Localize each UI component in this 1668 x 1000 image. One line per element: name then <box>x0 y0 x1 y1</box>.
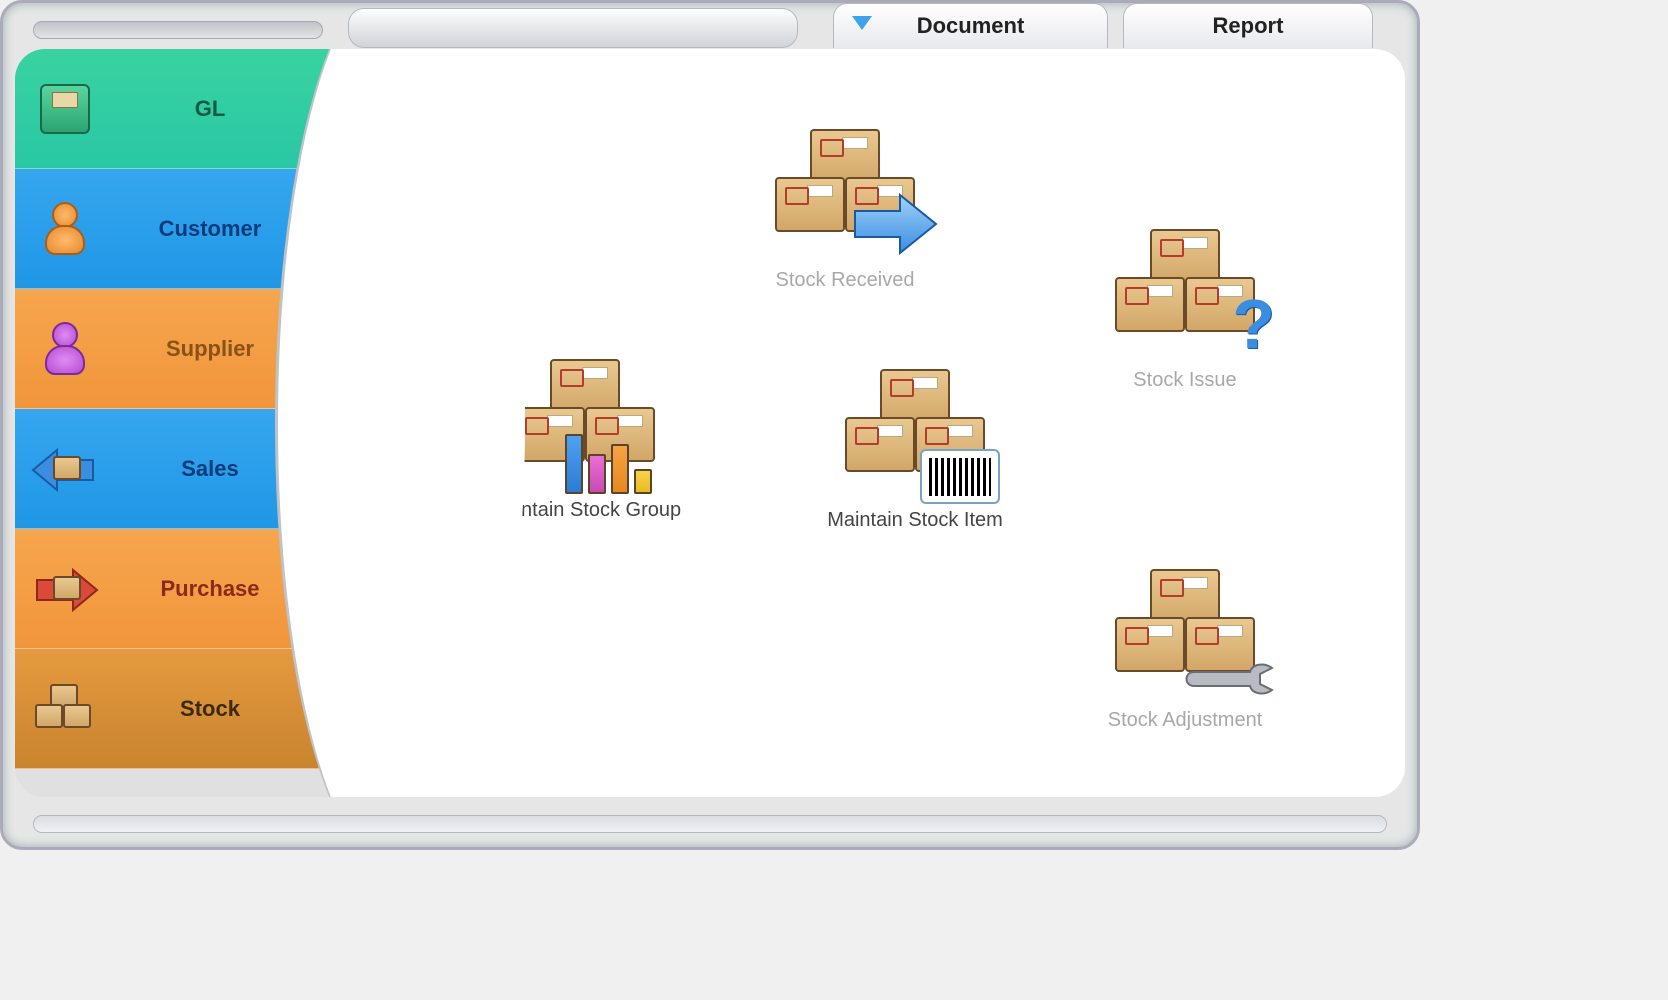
tab-report[interactable]: Report <box>1123 3 1373 48</box>
top-handle-center <box>348 8 798 48</box>
card-stock-adjustment[interactable]: Stock Adjustment <box>1075 549 1295 732</box>
person-icon <box>43 202 87 256</box>
tab-document[interactable]: Document <box>833 3 1108 48</box>
person-icon <box>43 322 87 376</box>
boxes-arrow-icon <box>770 129 920 259</box>
app-window: Document Report GL Customer Supplier <box>0 0 1420 850</box>
bottom-handle <box>33 815 1387 833</box>
boxes-barcode-icon <box>840 369 990 499</box>
boxes-wrench-icon <box>1110 569 1260 699</box>
dropdown-icon <box>852 16 872 30</box>
top-handle-left <box>33 21 323 39</box>
card-stock-issue[interactable]: ? Stock Issue <box>1075 209 1295 392</box>
main-body: GL Customer Supplier Sales <box>15 49 1405 797</box>
box-arrow-left-icon <box>35 446 95 492</box>
card-label: Stock Issue <box>1075 369 1295 392</box>
sidebar: GL Customer Supplier Sales <box>15 49 365 797</box>
sidebar-curve <box>275 49 525 797</box>
card-label: Maintain Stock Item <box>805 509 1025 532</box>
box-arrow-right-icon <box>35 566 95 612</box>
tab-document-label: Document <box>917 13 1025 39</box>
card-maintain-stock-item[interactable]: Maintain Stock Item <box>805 349 1025 532</box>
boxes-icon <box>35 684 95 734</box>
tab-report-label: Report <box>1213 13 1284 39</box>
card-label: Stock Adjustment <box>1075 709 1295 732</box>
boxes-question-icon: ? <box>1110 229 1260 359</box>
boxes-chart-icon <box>510 359 660 489</box>
card-label: Stock Received <box>735 269 955 292</box>
card-stock-received[interactable]: Stock Received <box>735 109 955 292</box>
cabinet-icon <box>40 84 90 134</box>
